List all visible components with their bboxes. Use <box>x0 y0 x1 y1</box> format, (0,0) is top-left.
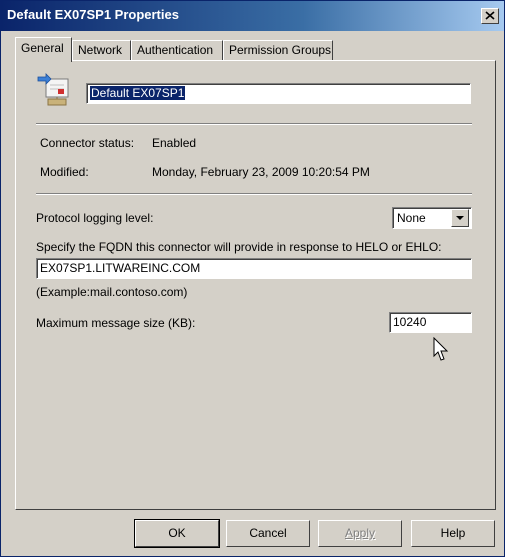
close-icon <box>485 11 495 20</box>
ok-button[interactable]: OK <box>134 519 220 548</box>
protocol-logging-label: Protocol logging level: <box>36 211 154 225</box>
help-button-label: Help <box>440 526 466 540</box>
max-message-size-value: 10240 <box>393 315 427 329</box>
chevron-down-icon <box>456 216 464 220</box>
tab-network-label: Network <box>78 43 123 57</box>
apply-button[interactable]: Apply <box>318 520 402 547</box>
cancel-button[interactable]: Cancel <box>226 520 310 547</box>
connector-status-value: Enabled <box>152 136 197 150</box>
tab-authentication[interactable]: Authentication <box>131 40 223 60</box>
dropdown-button[interactable] <box>451 209 469 227</box>
window-title: Default EX07SP1 Properties <box>7 7 179 22</box>
general-tab-panel: Default EX07SP1 Connector status: Enable… <box>15 60 496 510</box>
tab-network[interactable]: Network <box>72 40 131 60</box>
max-message-size-input[interactable]: 10240 <box>389 312 472 333</box>
fqdn-label: Specify the FQDN this connector will pro… <box>36 240 442 254</box>
mouse-pointer-icon <box>433 337 449 361</box>
connector-icon <box>36 73 72 109</box>
cancel-button-label: Cancel <box>249 526 287 540</box>
tab-permission-groups[interactable]: Permission Groups <box>223 40 333 60</box>
tab-general[interactable]: General <box>15 37 72 62</box>
separator-top <box>36 123 472 125</box>
protocol-logging-value: None <box>397 211 426 225</box>
connector-name-input[interactable]: Default EX07SP1 <box>86 83 471 104</box>
separator-middle <box>36 193 472 195</box>
apply-button-label: Apply <box>344 526 376 540</box>
help-button[interactable]: Help <box>411 520 495 547</box>
max-message-size-label: Maximum message size (KB): <box>36 316 196 330</box>
connector-name-value: Default EX07SP1 <box>90 86 186 100</box>
connector-status-label: Connector status: <box>40 136 135 150</box>
protocol-logging-select[interactable]: None <box>392 207 472 229</box>
modified-label: Modified: <box>40 165 89 179</box>
title-bar[interactable]: Default EX07SP1 Properties <box>1 1 504 31</box>
properties-dialog: Default EX07SP1 Properties General Netwo… <box>0 0 505 557</box>
close-button[interactable] <box>481 8 499 24</box>
modified-value: Monday, February 23, 2009 10:20:54 PM <box>152 165 370 179</box>
fqdn-example-text: (Example:mail.contoso.com) <box>36 285 188 299</box>
tab-general-label: General <box>21 41 64 55</box>
fqdn-input[interactable]: EX07SP1.LITWAREINC.COM <box>36 258 472 279</box>
ok-button-label: OK <box>168 526 186 540</box>
tab-authentication-label: Authentication <box>137 43 214 57</box>
tab-permission-groups-label: Permission Groups <box>229 43 332 57</box>
fqdn-value: EX07SP1.LITWAREINC.COM <box>40 261 201 275</box>
